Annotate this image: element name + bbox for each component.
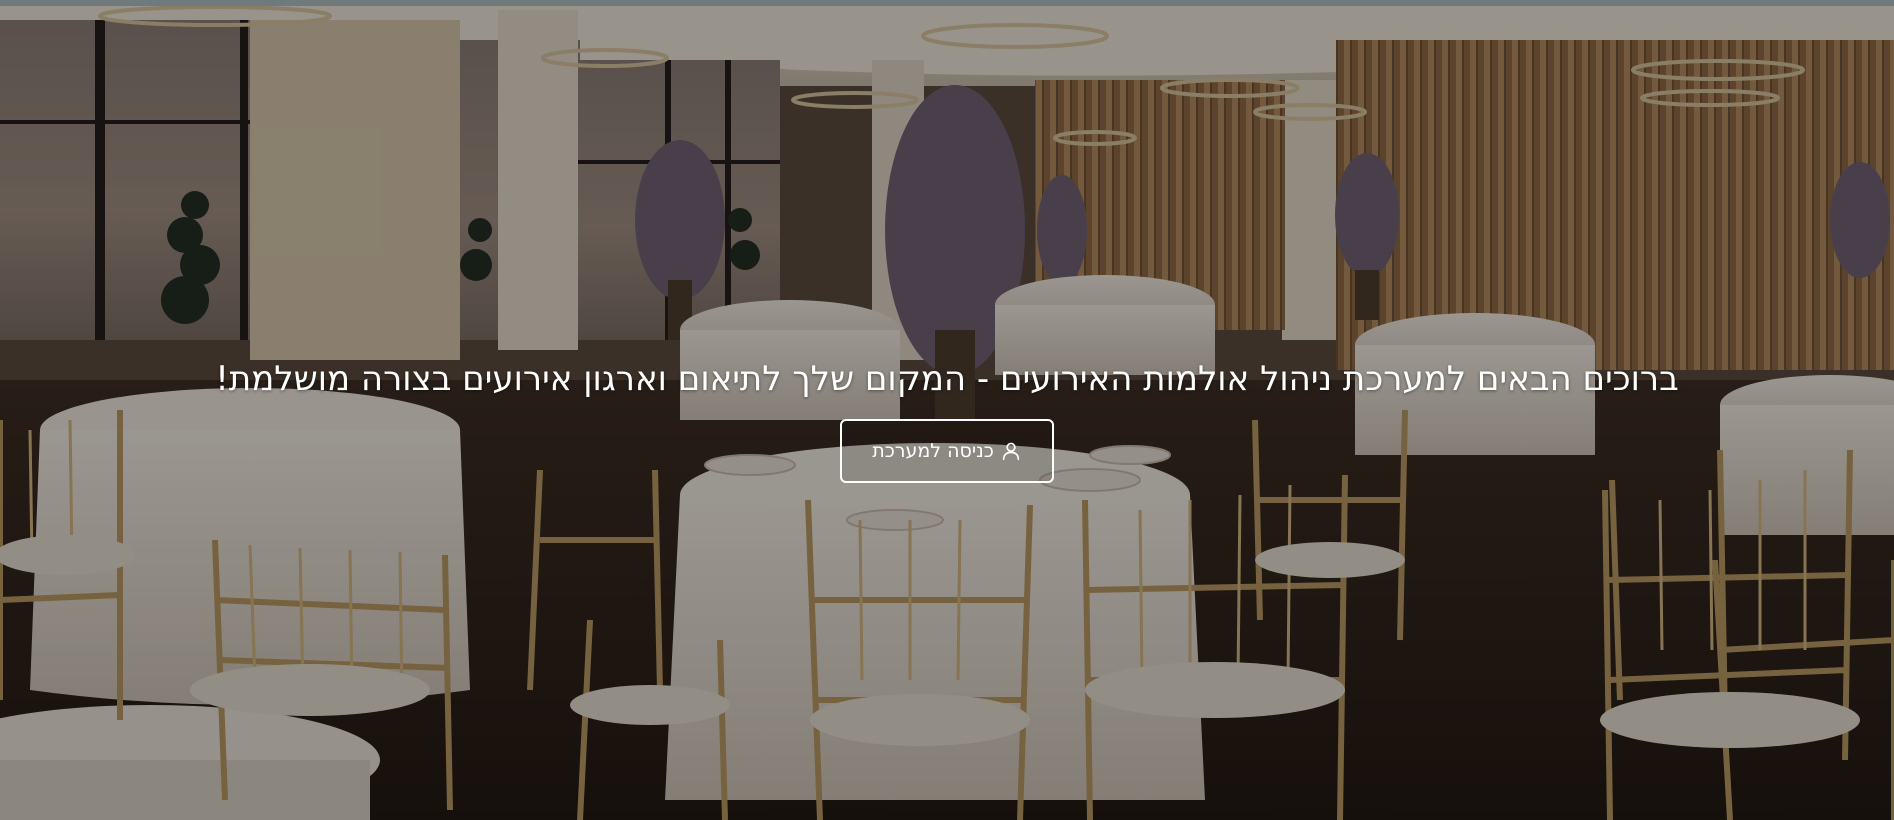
enter-system-button[interactable]: כניסה למערכת — [840, 419, 1054, 483]
welcome-headline: ברוכים הבאים למערכת ניהול אולמות האירועי… — [215, 359, 1679, 399]
user-icon — [1002, 442, 1019, 461]
top-strip — [0, 0, 1894, 6]
hero-section: ברוכים הבאים למערכת ניהול אולמות האירועי… — [0, 0, 1894, 820]
hero-content: ברוכים הבאים למערכת ניהול אולמות האירועי… — [0, 352, 1894, 483]
enter-system-label: כניסה למערכת — [872, 440, 994, 462]
